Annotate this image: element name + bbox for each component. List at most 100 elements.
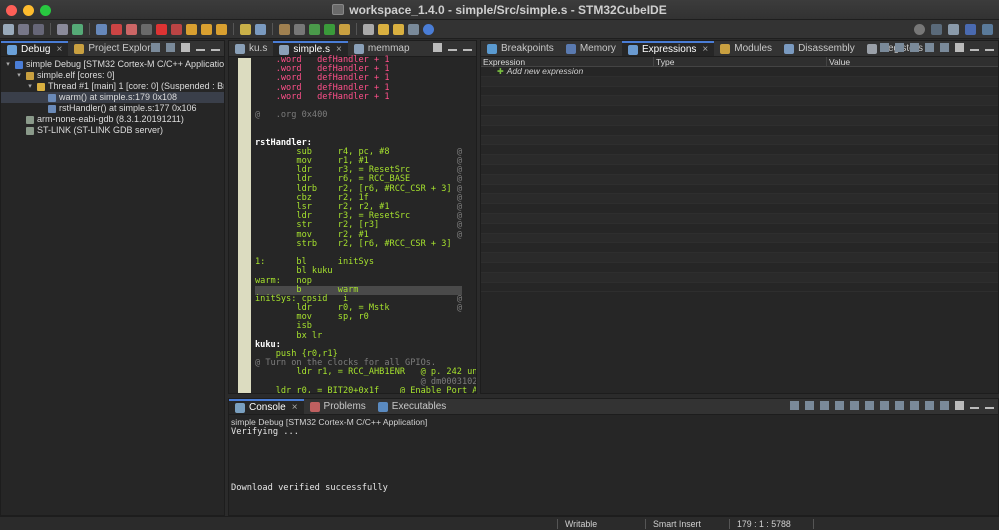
source-code[interactable]: .word defHandler + 1 .word defHandler + … — [255, 55, 476, 393]
step-into-icon[interactable] — [186, 23, 197, 35]
debug-tree-item[interactable]: rstHandler() at simple.s:177 0x106 — [1, 103, 224, 114]
save-all-icon[interactable] — [33, 23, 44, 35]
expression-row[interactable] — [481, 135, 998, 146]
maximize-view-icon[interactable] — [985, 406, 994, 409]
tab-simple-s[interactable]: simple.s × — [273, 41, 348, 56]
run-icon[interactable] — [309, 23, 320, 35]
maximize-view-icon[interactable] — [985, 48, 994, 51]
expression-row[interactable] — [481, 272, 998, 283]
expression-row[interactable] — [481, 106, 998, 116]
view-action-icon[interactable] — [925, 401, 934, 410]
debug-tree-item[interactable]: warm() at simple.s:179 0x108 — [1, 92, 224, 103]
minimize-view-icon[interactable] — [448, 48, 457, 51]
info-icon[interactable] — [423, 23, 434, 35]
expression-row[interactable] — [481, 155, 998, 165]
pin-editor-icon[interactable] — [408, 23, 419, 35]
tab-expressions[interactable]: Expressions × — [621, 41, 715, 56]
close-window-button[interactable] — [6, 5, 17, 16]
instruction-step-icon[interactable] — [240, 23, 251, 35]
expression-row[interactable] — [481, 213, 998, 224]
tab-breakpoints[interactable]: Breakpoints — [481, 41, 560, 56]
view-action-icon[interactable] — [880, 43, 889, 52]
disconnect-icon[interactable] — [171, 23, 182, 35]
expression-row[interactable] — [481, 223, 998, 234]
next-annotation-icon[interactable] — [363, 23, 374, 35]
debug-tree-item[interactable]: ▾ simple Debug [STM32 Cortex-M C/C++ Appl… — [1, 59, 224, 70]
external-tools-icon[interactable] — [279, 23, 290, 35]
save-icon[interactable] — [18, 23, 29, 35]
debug-tree-item[interactable]: ST-LINK (ST-LINK GDB server) — [1, 125, 224, 136]
column-type[interactable]: Type — [654, 57, 827, 67]
column-expression[interactable]: Expression — [481, 57, 654, 67]
cpp-perspective-icon[interactable] — [948, 24, 959, 35]
expression-row[interactable] — [481, 174, 998, 185]
view-action-icon[interactable] — [820, 401, 829, 410]
maximize-view-icon[interactable] — [211, 48, 220, 51]
expression-row[interactable] — [481, 76, 998, 87]
view-action-icon[interactable] — [895, 43, 904, 52]
view-menu-icon[interactable] — [433, 43, 442, 52]
view-action-icon[interactable] — [805, 401, 814, 410]
tab-modules[interactable]: Modules — [714, 41, 778, 56]
step-over-icon[interactable] — [201, 23, 212, 35]
expression-row[interactable] — [481, 145, 998, 156]
column-value[interactable]: Value — [827, 57, 998, 67]
close-tab-icon[interactable]: × — [56, 44, 62, 55]
tab-memory[interactable]: Memory — [560, 41, 622, 56]
open-task-icon[interactable] — [255, 23, 266, 35]
tab-memmap[interactable]: memmap — [348, 41, 416, 56]
minimize-view-icon[interactable] — [970, 48, 979, 51]
view-action-icon[interactable] — [895, 401, 904, 410]
minimize-view-icon[interactable] — [196, 48, 205, 51]
tab-console[interactable]: Console × — [229, 399, 304, 414]
view-action-icon[interactable] — [835, 401, 844, 410]
search-icon[interactable] — [914, 24, 925, 35]
tab-disassembly[interactable]: Disassembly — [778, 41, 861, 56]
debug-perspective-icon[interactable] — [982, 24, 993, 35]
search-tools-icon[interactable] — [294, 23, 305, 35]
view-action-icon[interactable] — [850, 401, 859, 410]
expression-row[interactable] — [481, 86, 998, 97]
expand-chevron-icon[interactable]: ▾ — [26, 81, 34, 92]
console-output[interactable]: Verifying ... Download verified successfu… — [229, 427, 998, 495]
restart-icon[interactable] — [111, 23, 122, 35]
expression-row[interactable] — [481, 253, 998, 263]
back-icon[interactable] — [378, 23, 389, 35]
coverage-icon[interactable] — [339, 23, 350, 35]
ide-perspective-icon[interactable] — [965, 24, 976, 35]
expression-row[interactable] — [481, 204, 998, 214]
debug-tree-item[interactable]: ▾ Thread #1 [main] 1 [core: 0] (Suspended… — [1, 81, 224, 92]
expression-row[interactable] — [481, 115, 998, 126]
view-action-icon[interactable] — [925, 43, 934, 52]
view-action-icon[interactable] — [910, 43, 919, 52]
forward-icon[interactable] — [393, 23, 404, 35]
view-menu-icon[interactable] — [955, 43, 964, 52]
view-menu-icon[interactable] — [955, 401, 964, 410]
terminate-icon[interactable] — [156, 23, 167, 35]
expression-row[interactable] — [481, 194, 998, 205]
close-tab-icon[interactable]: × — [702, 44, 708, 55]
view-action-icon[interactable] — [790, 401, 799, 410]
expand-chevron-icon[interactable]: ▾ — [15, 70, 23, 81]
view-action-icon[interactable] — [151, 43, 160, 52]
open-perspective-icon[interactable] — [931, 24, 942, 35]
tab-debug[interactable]: Debug × — [1, 41, 69, 56]
maximize-view-icon[interactable] — [463, 48, 472, 51]
expression-row[interactable] — [481, 233, 998, 244]
view-action-icon[interactable] — [940, 43, 949, 52]
code-editor[interactable]: .word defHandler + 1 .word defHandler + … — [229, 55, 476, 393]
view-action-icon[interactable] — [880, 401, 889, 410]
expression-row[interactable] — [481, 243, 998, 254]
suspend-icon[interactable] — [141, 23, 152, 35]
view-action-icon[interactable] — [910, 401, 919, 410]
minimize-window-button[interactable] — [23, 5, 34, 16]
debug-config-icon[interactable] — [72, 23, 83, 35]
step-return-icon[interactable] — [216, 23, 227, 35]
expression-row[interactable] — [481, 125, 998, 136]
minimize-view-icon[interactable] — [970, 406, 979, 409]
line-gutter[interactable] — [238, 58, 251, 393]
expression-row[interactable] — [481, 262, 998, 273]
add-expression-row[interactable]: ✚ Add new expression — [481, 66, 998, 77]
overview-ruler[interactable] — [468, 62, 474, 389]
close-tab-icon[interactable]: × — [336, 44, 342, 55]
